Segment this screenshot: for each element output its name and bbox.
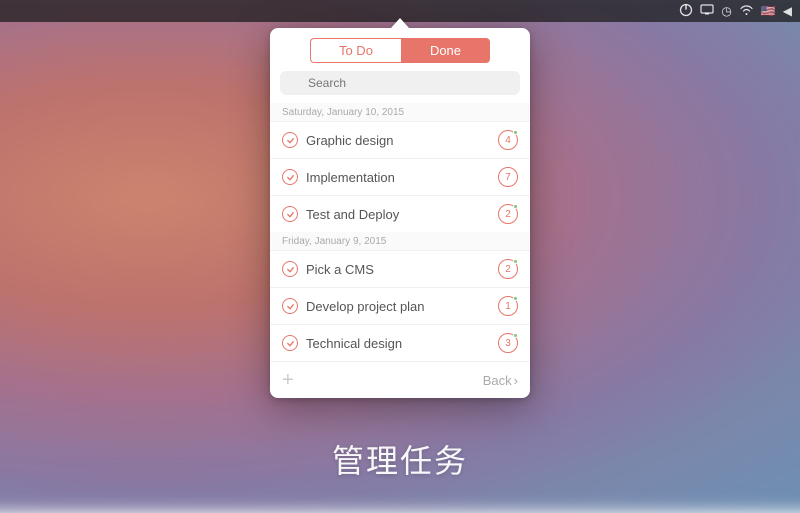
task-row[interactable]: Implementation 7	[270, 158, 530, 195]
task-row[interactable]: Pick a CMS 2	[270, 250, 530, 287]
task-badge: 3	[498, 333, 518, 353]
badge-dot	[513, 259, 518, 264]
power-icon[interactable]	[679, 3, 693, 20]
badge-dot	[513, 204, 518, 209]
task-label: Technical design	[306, 336, 498, 351]
task-badge: 2	[498, 259, 518, 279]
tab-done[interactable]: Done	[401, 38, 490, 63]
wifi-icon[interactable]	[739, 4, 754, 18]
flag-icon[interactable]: 🇺🇸	[761, 4, 776, 18]
task-label: Test and Deploy	[306, 207, 498, 222]
check-icon	[282, 206, 298, 222]
badge-dot	[513, 333, 518, 338]
menubar-icons: ◷ 🇺🇸 ◀	[679, 3, 792, 20]
search-input[interactable]	[280, 71, 520, 95]
task-badge: 7	[498, 167, 518, 187]
task-badge: 4	[498, 130, 518, 150]
task-badge: 1	[498, 296, 518, 316]
tab-todo[interactable]: To Do	[310, 38, 401, 63]
check-icon	[282, 169, 298, 185]
popup-card: To Do Done 🔍 Saturday, January 10, 2015 …	[270, 28, 530, 398]
sound-icon[interactable]: ◀	[783, 4, 792, 18]
badge-dot	[513, 296, 518, 301]
task-row[interactable]: Graphic design 4	[270, 121, 530, 158]
date-header-1: Saturday, January 10, 2015	[270, 103, 530, 121]
task-label: Graphic design	[306, 133, 498, 148]
task-badge: 2	[498, 204, 518, 224]
check-icon	[282, 335, 298, 351]
task-label: Pick a CMS	[306, 262, 498, 277]
popup-footer: + Back ›	[270, 361, 530, 398]
task-row[interactable]: Develop project plan 1	[270, 287, 530, 324]
search-container: 🔍	[270, 71, 530, 103]
date-header-2: Friday, January 9, 2015	[270, 232, 530, 250]
check-icon	[282, 298, 298, 314]
popup-arrow	[391, 18, 409, 28]
badge-dot	[513, 130, 518, 135]
task-row[interactable]: Technical design 3	[270, 324, 530, 361]
bottom-text: 管理任务	[0, 436, 800, 482]
chevron-right-icon: ›	[514, 373, 518, 388]
task-label: Implementation	[306, 170, 498, 185]
screen-icon[interactable]	[700, 4, 714, 18]
task-label: Develop project plan	[306, 299, 498, 314]
back-button[interactable]: Back ›	[483, 373, 518, 388]
search-wrapper: 🔍	[280, 71, 520, 95]
check-icon	[282, 261, 298, 277]
check-icon	[282, 132, 298, 148]
clock-icon[interactable]: ◷	[721, 4, 731, 18]
task-row[interactable]: Test and Deploy 2	[270, 195, 530, 232]
tab-bar: To Do Done	[270, 28, 530, 71]
add-button[interactable]: +	[282, 370, 294, 390]
